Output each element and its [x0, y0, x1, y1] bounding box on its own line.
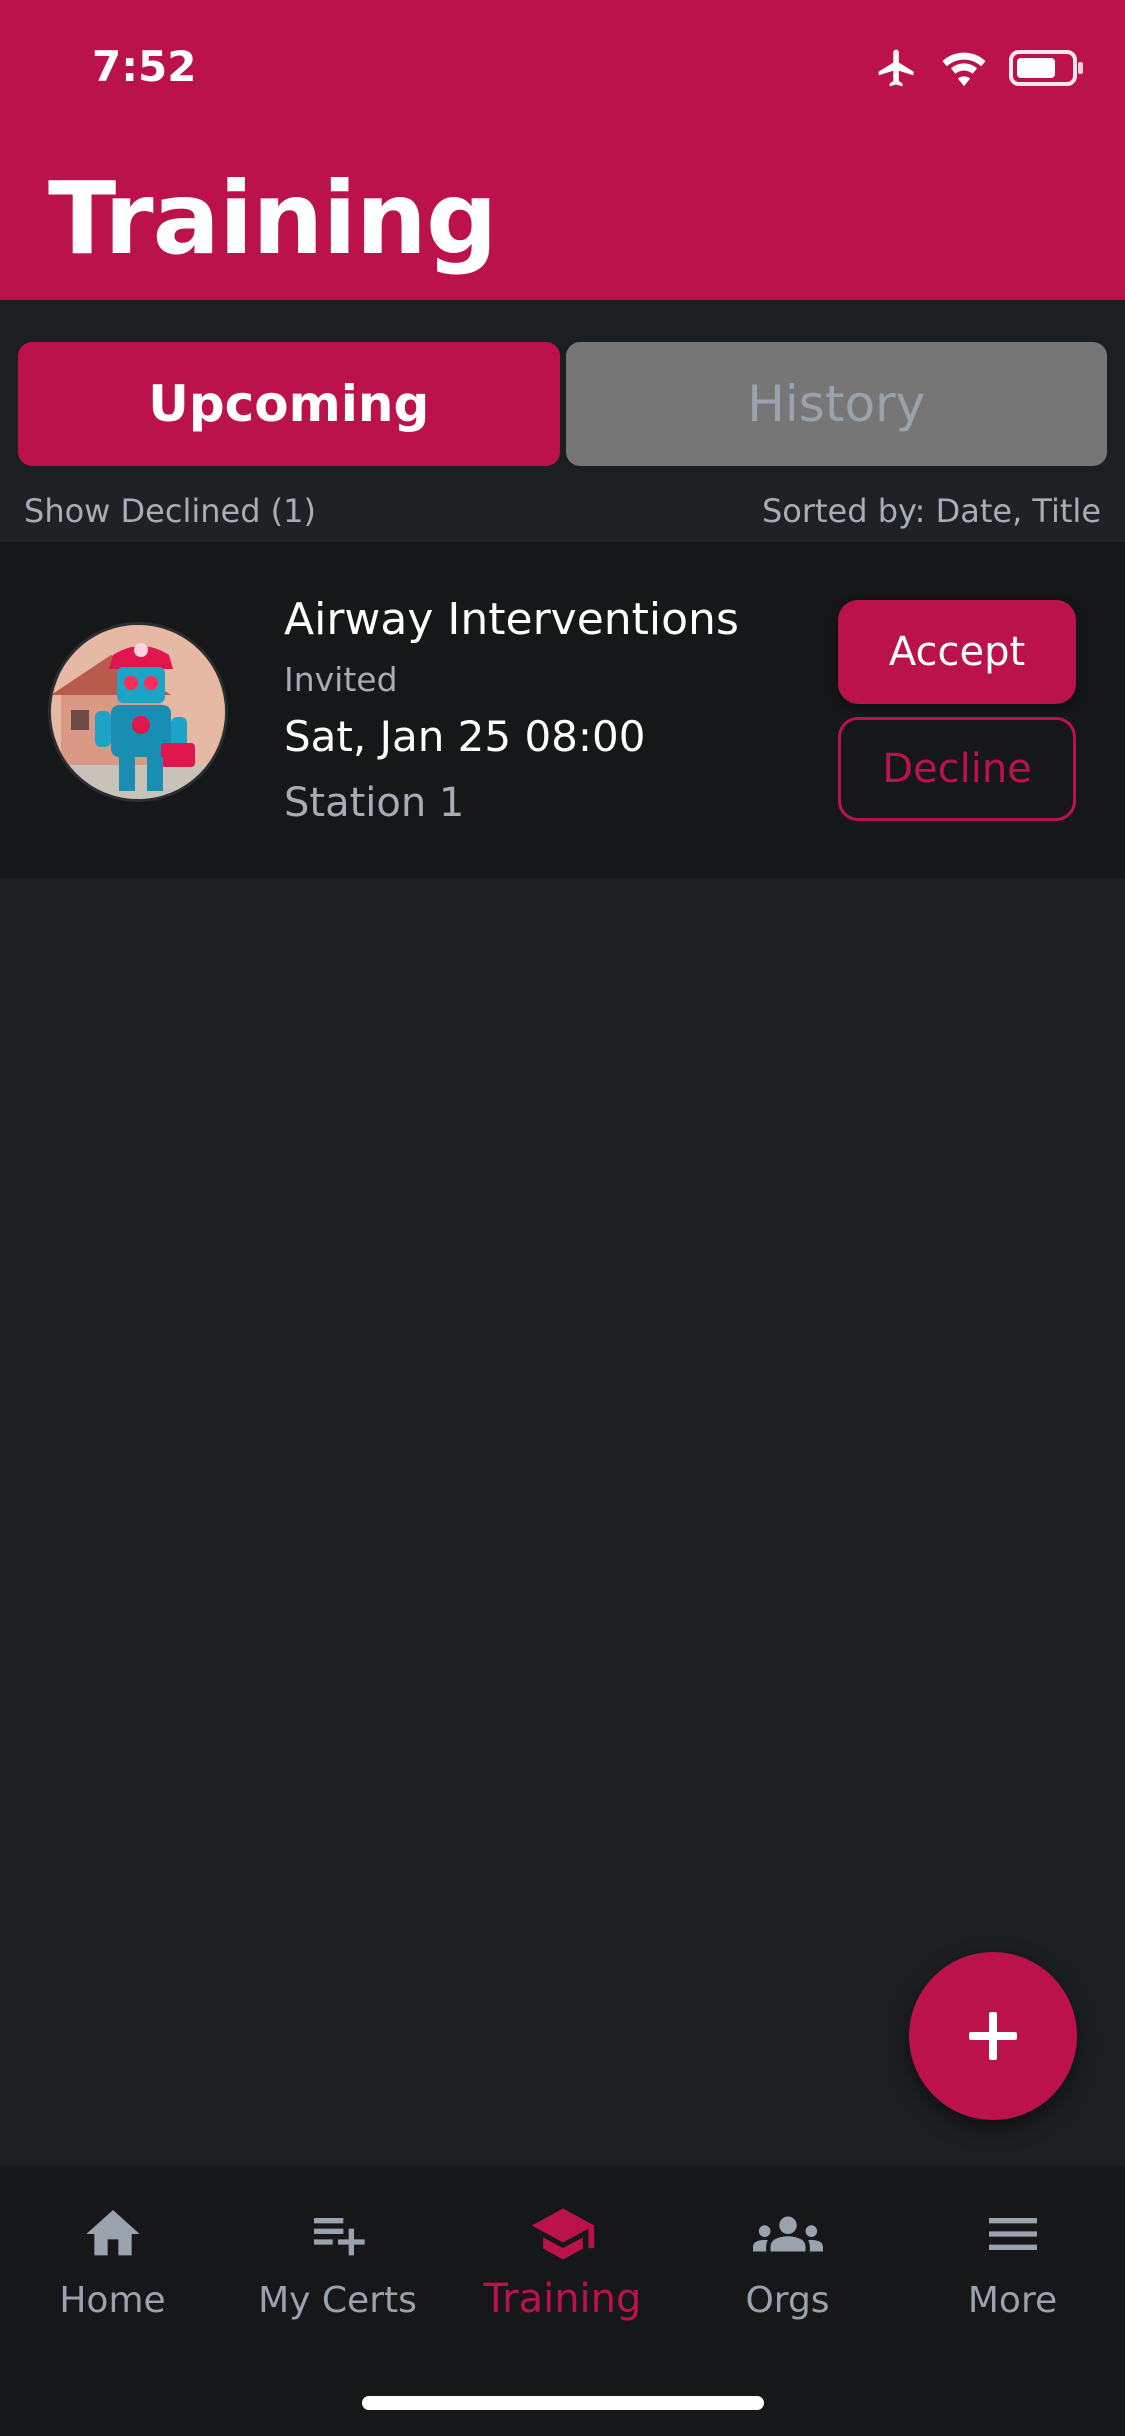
page-title: Training [48, 160, 498, 277]
nav-label-home: Home [59, 2280, 166, 2321]
status-icons [875, 46, 1085, 90]
nav-orgs[interactable]: Orgs [675, 2196, 900, 2322]
training-date: Sat, Jan 25 08:00 [284, 712, 646, 761]
home-icon [75, 2196, 151, 2272]
decline-button[interactable]: Decline [838, 717, 1076, 821]
nav-training[interactable]: Training [450, 2196, 675, 2322]
battery-icon [1009, 50, 1083, 86]
nav-my-certs[interactable]: My Certs [225, 2196, 450, 2322]
show-declined-toggle[interactable]: Show Declined (1) [24, 492, 316, 530]
nav-label-orgs: Orgs [745, 2280, 830, 2321]
nav-home[interactable]: Home [0, 2196, 225, 2322]
status-time: 7:52 [92, 42, 197, 91]
playlist-add-icon [300, 2196, 376, 2272]
bottom-nav: Home My Certs Training Orgs More [0, 2166, 1125, 2436]
nav-label-more: More [967, 2280, 1058, 2321]
nav-more[interactable]: More [900, 2196, 1125, 2322]
nav-label-my-certs: My Certs [258, 2280, 417, 2321]
training-location: Station 1 [284, 780, 465, 826]
filter-row: Show Declined (1) Sorted by: Date, Title [0, 480, 1125, 542]
plus-icon [969, 2012, 1017, 2060]
training-avatar [48, 622, 228, 802]
training-screen: 7:52 Training Upcoming History Show Decl… [0, 0, 1125, 2436]
home-indicator [362, 2396, 764, 2410]
segmented-tabs: Upcoming History [18, 342, 1107, 466]
sort-selector[interactable]: Sorted by: Date, Title [762, 492, 1101, 530]
accept-button[interactable]: Accept [838, 600, 1076, 704]
nav-label-training: Training [483, 2276, 642, 2322]
graduation-cap-icon [525, 2196, 601, 2272]
wifi-icon [942, 52, 986, 87]
add-training-button[interactable] [909, 1952, 1077, 2120]
tab-history[interactable]: History [565, 342, 1107, 466]
robot-firefighter-illustration [51, 625, 225, 799]
groups-icon [750, 2196, 826, 2272]
menu-icon [975, 2196, 1051, 2272]
airplane-mode-icon [878, 49, 914, 87]
invitation-status: Invited [284, 660, 398, 699]
app-header: 7:52 Training [0, 0, 1125, 300]
tab-upcoming[interactable]: Upcoming [18, 342, 560, 466]
training-title: Airway Interventions [284, 594, 739, 645]
training-card[interactable]: Airway Interventions Invited Sat, Jan 25… [0, 542, 1125, 878]
